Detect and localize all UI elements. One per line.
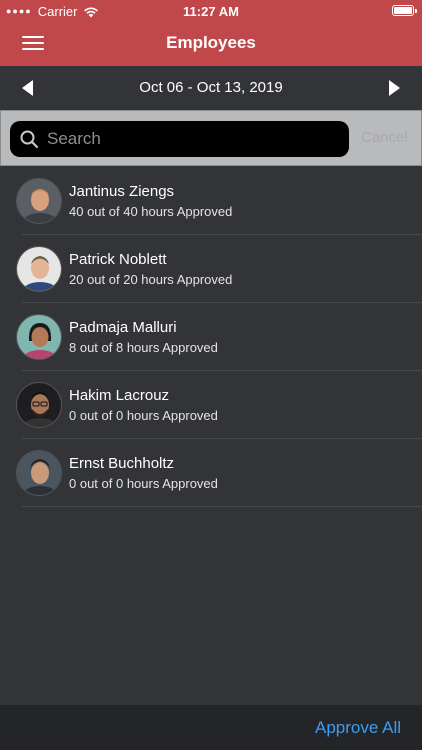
battery-icon [392, 5, 417, 16]
employee-name: Ernst Buchholtz [69, 455, 175, 472]
list-item[interactable]: Jantinus Ziengs 40 out of 40 hours Appro… [0, 167, 422, 235]
page-title: Employees [166, 33, 256, 52]
list-item[interactable]: Ernst Buchholtz 0 out of 0 hours Approve… [0, 439, 422, 507]
status-bar: ●●●● Carrier 11:27 AM [0, 0, 422, 22]
week-selector: Oct 06 - Oct 13, 2019 [0, 66, 422, 110]
search-icon [20, 130, 39, 149]
employee-hours: 40 out of 40 hours Approved [69, 204, 233, 219]
search-bar: Cancel [0, 110, 422, 166]
divider [22, 506, 422, 507]
approve-all-button[interactable]: Approve All [315, 718, 401, 738]
avatar [16, 314, 62, 360]
avatar [16, 450, 62, 496]
employee-name: Padmaja Malluri [69, 319, 177, 336]
header: ●●●● Carrier 11:27 AM Employees [0, 0, 422, 66]
employee-name: Patrick Noblett [69, 251, 167, 268]
nav-bar: Employees [0, 22, 422, 66]
search-input[interactable] [45, 128, 339, 150]
list-item[interactable]: Hakim Lacrouz 0 out of 0 hours Approved [0, 371, 422, 439]
employee-hours: 0 out of 0 hours Approved [69, 408, 218, 423]
avatar [16, 382, 62, 428]
week-range-label: Oct 06 - Oct 13, 2019 [139, 79, 283, 96]
avatar [16, 178, 62, 224]
status-time: 11:27 AM [183, 4, 239, 19]
employee-hours: 20 out of 20 hours Approved [69, 272, 233, 287]
list-item[interactable]: Patrick Noblett 20 out of 20 hours Appro… [0, 235, 422, 303]
search-field[interactable] [10, 121, 349, 157]
employee-name: Jantinus Ziengs [69, 183, 175, 200]
employee-hours: 0 out of 0 hours Approved [69, 476, 218, 491]
employee-list: Jantinus Ziengs 40 out of 40 hours Appro… [0, 167, 422, 507]
next-week-icon[interactable] [389, 80, 400, 96]
employee-hours: 8 out of 8 hours Approved [69, 340, 218, 355]
employee-name: Hakim Lacrouz [69, 387, 170, 404]
list-item[interactable]: Padmaja Malluri 8 out of 8 hours Approve… [0, 303, 422, 371]
avatar [16, 246, 62, 292]
bottom-toolbar: Approve All [0, 705, 422, 750]
cancel-button[interactable]: Cancel [361, 129, 408, 146]
